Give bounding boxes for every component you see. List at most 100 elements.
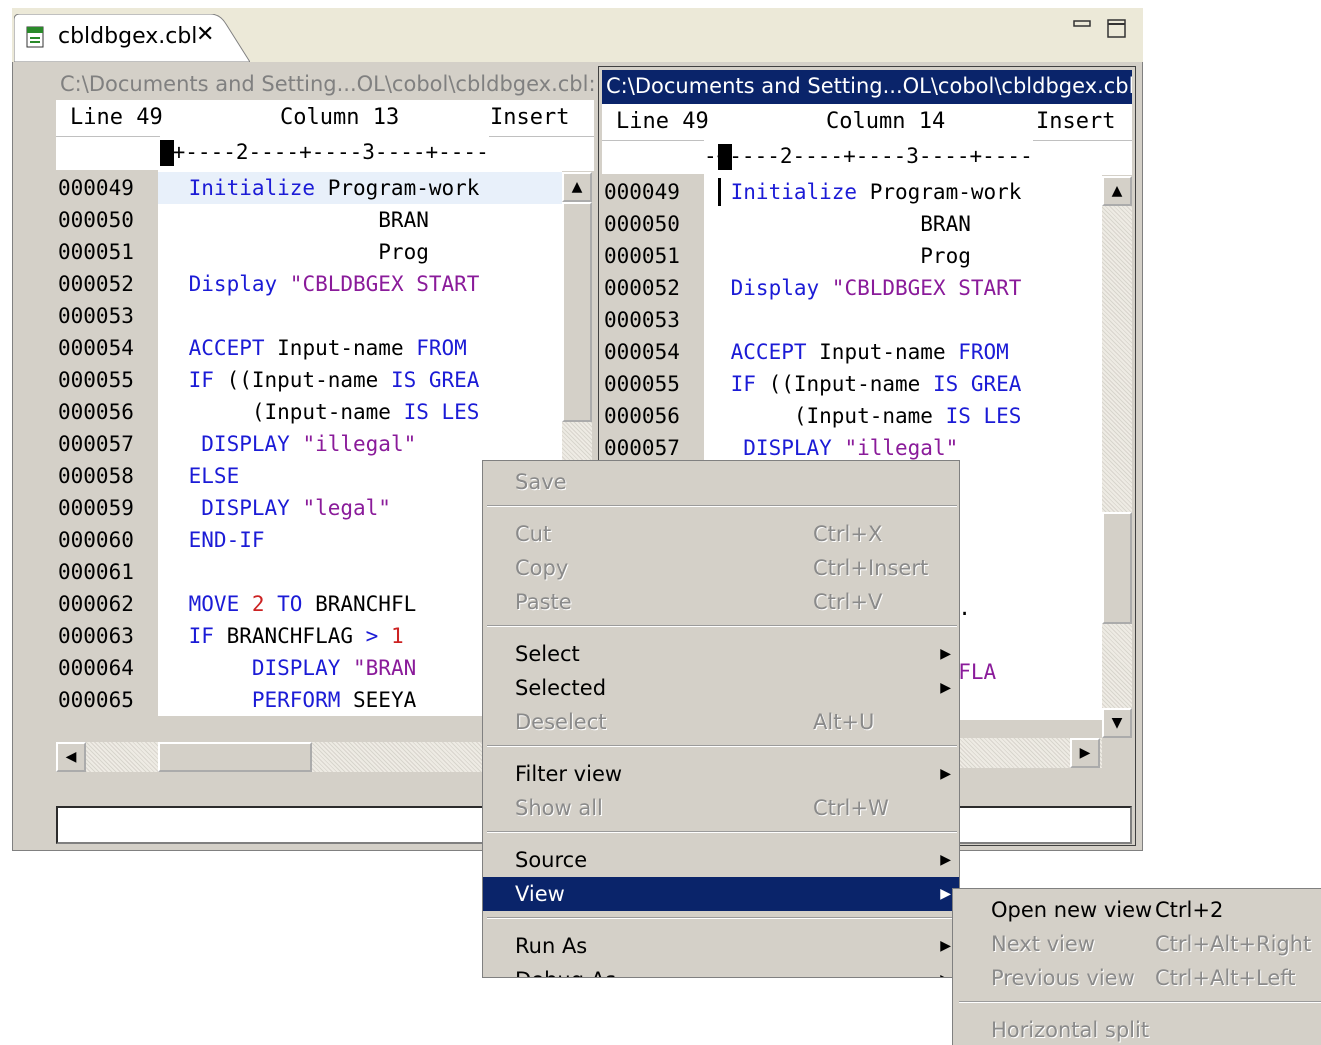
menu-separator xyxy=(959,1001,1321,1003)
code-token: DISPLAY xyxy=(176,656,354,680)
left-vscroll-thumb[interactable] xyxy=(562,202,592,422)
menu-view-label: View xyxy=(515,882,565,906)
code-token: Display xyxy=(718,276,832,300)
menu-item-selected[interactable]: Selected ▶ xyxy=(483,671,959,705)
tab-title: cbldbgex.cbl xyxy=(58,24,198,49)
tab-close-icon[interactable]: ✕ xyxy=(196,22,214,47)
code-token: END-IF xyxy=(176,528,265,552)
view-submenu: Open new view Ctrl+2 Next view Ctrl+Alt+Ri… xyxy=(952,888,1321,1045)
code-token: "BRAN xyxy=(353,656,417,680)
editor-tab[interactable]: cbldbgex.cbl ✕ xyxy=(14,14,250,62)
code-token: Input-name xyxy=(819,340,959,364)
code-token: ELSE xyxy=(176,464,240,488)
right-scroll-up-icon[interactable]: ▲ xyxy=(1102,176,1132,206)
menu-show-all-label: Show all xyxy=(515,796,603,820)
open-new-view-label: Open new view xyxy=(991,898,1153,922)
line-number: 000050 xyxy=(604,212,680,236)
code-token: BRAN xyxy=(718,212,971,236)
text-caret xyxy=(718,178,721,206)
menu-separator xyxy=(487,745,957,747)
code-token: BRAN xyxy=(176,208,429,232)
menu-item-copy[interactable]: Copy Ctrl+Insert xyxy=(483,551,959,585)
code-token: 2 xyxy=(251,592,265,616)
menu-item-debug-as[interactable]: Debug As ▶ xyxy=(483,963,959,977)
submenu-item-next-view[interactable]: Next view Ctrl+Alt+Right xyxy=(953,927,1321,961)
right-ruler-cursor xyxy=(718,144,732,170)
submenu-item-previous-view[interactable]: Previous view Ctrl+Alt+Left xyxy=(953,961,1321,995)
menu-save-label: Save xyxy=(515,470,567,494)
menu-item-deselect[interactable]: Deselect Alt+U xyxy=(483,705,959,739)
submenu-item-open-new-view[interactable]: Open new view Ctrl+2 xyxy=(953,893,1321,927)
menu-debug-as-label: Debug As xyxy=(515,963,616,977)
left-line-numbers: 000049 000050 000051 000052 000053 000054 0000… xyxy=(58,172,158,716)
cobol-file-icon xyxy=(26,26,46,48)
right-scroll-right-icon[interactable]: ▶ xyxy=(1070,738,1100,768)
previous-view-label: Previous view xyxy=(991,966,1135,990)
left-scroll-up-icon[interactable]: ▲ xyxy=(562,172,592,202)
code-token: Input-name xyxy=(277,336,417,360)
code-token: TO xyxy=(264,592,316,616)
code-token: PERFORM xyxy=(176,688,354,712)
line-number: 000052 xyxy=(604,276,680,300)
right-ruler: -+----2----+----3----+---- xyxy=(704,140,1033,172)
menu-run-as-label: Run As xyxy=(515,934,588,958)
menu-item-save[interactable]: Save xyxy=(483,465,959,499)
maximize-icon[interactable] xyxy=(1106,18,1128,40)
code-token: IS GREA xyxy=(932,372,1022,396)
code-token: Initialize xyxy=(176,176,328,200)
line-number: 000056 xyxy=(58,400,134,424)
menu-item-select[interactable]: Select ▶ xyxy=(483,637,959,671)
previous-view-accelerator: Ctrl+Alt+Left xyxy=(1155,966,1296,990)
code-token: IS LES xyxy=(403,400,480,424)
menu-separator xyxy=(487,917,957,919)
code-token: Program-work xyxy=(869,180,1022,204)
code-token: SEEYA xyxy=(353,688,417,712)
minimize-icon[interactable] xyxy=(1072,18,1094,32)
horizontal-split-label: Horizontal split xyxy=(991,1018,1150,1042)
menu-item-show-all[interactable]: Show all Ctrl+W xyxy=(483,791,959,825)
menu-paste-label: Paste xyxy=(515,590,572,614)
context-menu: Save Cut Ctrl+X Copy Ctrl+Insert Paste Ctrl… xyxy=(482,460,960,978)
menu-item-view[interactable]: View ▶ xyxy=(483,877,959,911)
menu-item-filter-view[interactable]: Filter view ▶ xyxy=(483,757,959,791)
right-vscroll-thumb[interactable] xyxy=(1102,512,1132,624)
code-token: Prog xyxy=(176,240,429,264)
menu-source-label: Source xyxy=(515,848,588,872)
code-token: BRANCHFL xyxy=(315,592,417,616)
right-scroll-down-icon[interactable]: ▼ xyxy=(1102,708,1132,738)
line-number: 000055 xyxy=(58,368,134,392)
code-token: FROM xyxy=(416,336,467,360)
right-vscroll-track[interactable] xyxy=(1102,176,1132,738)
menu-item-source[interactable]: Source ▶ xyxy=(483,843,959,877)
line-number: 000062 xyxy=(58,592,134,616)
menu-select-label: Select xyxy=(515,642,580,666)
submenu-item-horizontal-split[interactable]: Horizontal split xyxy=(953,1013,1321,1045)
left-scroll-left-icon[interactable]: ◀ xyxy=(56,742,86,772)
submenu-arrow-icon: ▶ xyxy=(940,886,951,902)
code-token: Prog xyxy=(718,244,971,268)
code-token: (Input-name xyxy=(718,404,946,428)
submenu-arrow-icon: ▶ xyxy=(940,646,951,662)
menu-item-paste[interactable]: Paste Ctrl+V xyxy=(483,585,959,619)
submenu-arrow-icon: ▶ xyxy=(940,938,951,954)
line-number: 000060 xyxy=(58,528,134,552)
menu-selected-label: Selected xyxy=(515,676,607,700)
right-status-line: Line 49 xyxy=(616,109,709,134)
left-hscroll-thumb[interactable] xyxy=(158,742,312,772)
code-token: IF xyxy=(718,372,769,396)
line-number: 000059 xyxy=(58,496,134,520)
next-view-accelerator: Ctrl+Alt+Right xyxy=(1155,932,1312,956)
line-number: 000054 xyxy=(604,340,680,364)
code-token: Initialize xyxy=(718,180,870,204)
right-pane-title: C:\Documents and Setting...OL\cobol\cbld… xyxy=(602,70,1132,104)
left-status-line: Line 49 xyxy=(70,105,163,130)
code-line: Prog xyxy=(176,236,562,268)
code-token: (Input-name xyxy=(176,400,404,424)
next-view-label: Next view xyxy=(991,932,1095,956)
menu-item-run-as[interactable]: Run As ▶ xyxy=(483,929,959,963)
menu-copy-label: Copy xyxy=(515,556,569,580)
line-number: 000049 xyxy=(604,180,680,204)
menu-item-cut[interactable]: Cut Ctrl+X xyxy=(483,517,959,551)
menu-cut-label: Cut xyxy=(515,522,552,546)
left-ruler-cursor xyxy=(160,140,174,166)
